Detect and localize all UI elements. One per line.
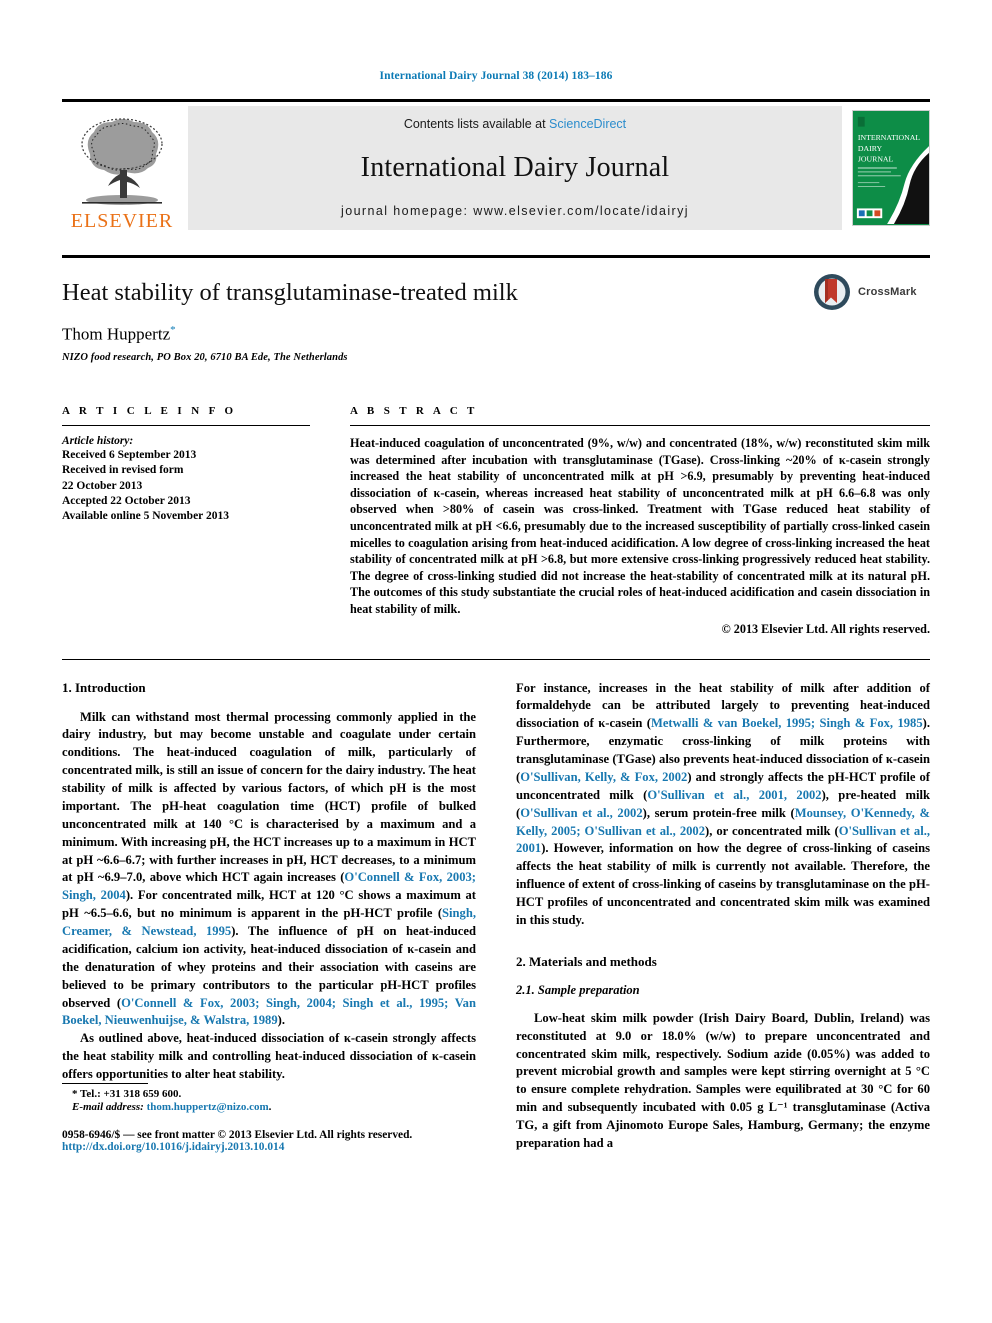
- abstract-rule: [350, 425, 930, 427]
- intro-paragraph-2: As outlined above, heat-induced dissocia…: [62, 1031, 476, 1082]
- history-item: Available online 5 November 2013: [62, 510, 229, 523]
- citation-link[interactable]: O'Sullivan et al., 2002: [520, 806, 642, 820]
- journal-homepage-link[interactable]: journal homepage: www.elsevier.com/locat…: [341, 204, 689, 218]
- corresponding-author-marker: *: [170, 324, 176, 337]
- article-info-heading: A R T I C L E I N F O: [62, 405, 237, 418]
- history-item: 22 October 2013: [62, 479, 143, 492]
- doi-link[interactable]: http://dx.doi.org/10.1016/j.idairyj.2013…: [62, 1141, 476, 1153]
- elsevier-wordmark: ELSEVIER: [70, 210, 174, 232]
- abstract-text: Heat-induced coagulation of unconcentrat…: [350, 436, 930, 616]
- article-info-column: A R T I C L E I N F O Article history: R…: [62, 405, 310, 637]
- paper-page: International Dairy Journal 38 (2014) 18…: [0, 0, 992, 1323]
- footnote-email: E-mail address: thom.huppertz@nizo.com.: [62, 1101, 476, 1113]
- svg-text:INTERNATIONAL: INTERNATIONAL: [858, 133, 920, 142]
- abstract-column: A B S T R A C T Heat-induced coagulation…: [350, 405, 930, 637]
- footnote-telephone: * Tel.: +31 318 659 600.: [72, 1087, 182, 1100]
- svg-text:JOURNAL: JOURNAL: [858, 154, 894, 163]
- citation-link[interactable]: O'Sullivan, Kelly, & Fox, 2002: [520, 770, 687, 784]
- abstract-heading: A B S T R A C T: [350, 405, 478, 418]
- intro-p3-text-f: ), or concentrated milk (: [705, 823, 839, 838]
- article-history-label: Article history:: [62, 435, 134, 448]
- body-columns: 1. Introduction Milk can withstand most …: [62, 658, 930, 1153]
- crossmark-icon: [814, 274, 850, 310]
- author-affiliation: NIZO food research, PO Box 20, 6710 BA E…: [62, 352, 348, 364]
- elsevier-logo: ELSEVIER: [62, 102, 182, 233]
- sample-preparation-paragraph: Low-heat skim milk powder (Irish Dairy B…: [516, 1010, 930, 1150]
- author-label: Thom Huppertz: [62, 325, 171, 345]
- contents-prefix: Contents lists available at: [403, 117, 550, 131]
- cover-artwork: INTERNATIONAL DAIRY JOURNAL: [853, 110, 929, 224]
- svg-text:DAIRY: DAIRY: [858, 143, 883, 152]
- citation-link[interactable]: Metwalli & van Boekel, 1995; Singh & Fox…: [651, 716, 923, 730]
- issn-front-matter: 0958-6946/$ — see front matter © 2013 El…: [62, 1128, 413, 1141]
- author-name: Thom Huppertz*: [62, 324, 930, 345]
- history-item: Received 6 September 2013: [62, 449, 197, 462]
- intro-p3-text-e: ), serum protein-free milk (: [642, 805, 795, 820]
- footnote-rule: [62, 1082, 148, 1084]
- subsection-heading-sample-preparation: 2.1. Sample preparation: [516, 982, 640, 997]
- citation-link[interactable]: O'Connell & Fox, 2003; Singh, 2004; Sing…: [62, 996, 476, 1028]
- footnote-email-label: E-mail address:: [72, 1100, 144, 1113]
- abstract-copyright: © 2013 Elsevier Ltd. All rights reserved…: [721, 621, 930, 636]
- journal-cover-thumbnail: INTERNATIONAL DAIRY JOURNAL: [852, 109, 930, 226]
- footnote-email-suffix: .: [268, 1100, 272, 1113]
- elsevier-tree-icon: [81, 118, 163, 205]
- crossmark-badge[interactable]: CrossMark: [812, 270, 930, 314]
- crossmark-label: CrossMark: [858, 286, 917, 298]
- running-head: International Dairy Journal 38 (2014) 18…: [379, 70, 613, 82]
- footnote-email-link[interactable]: thom.huppertz@nizo.com: [147, 1101, 269, 1113]
- intro-p1-text-d: ).: [277, 1013, 285, 1028]
- contents-available-line: Contents lists available at ScienceDirec…: [404, 117, 626, 131]
- history-item: Accepted 22 October 2013: [62, 494, 191, 507]
- journal-title: International Dairy Journal: [360, 151, 670, 183]
- journal-masthead: ELSEVIER Contents lists available at Sci…: [62, 99, 930, 233]
- issn-block: 0958-6946/$ — see front matter © 2013 El…: [62, 1129, 476, 1153]
- intro-paragraph-1: Milk can withstand most thermal processi…: [62, 709, 476, 1031]
- intro-p3-text-g: ). However, information on how the degre…: [516, 841, 930, 927]
- title-block: Heat stability of transglutaminase-treat…: [62, 255, 930, 363]
- section-heading-materials: 2. Materials and methods: [516, 953, 657, 969]
- body-column-right: For instance, increases in the heat stab…: [516, 680, 930, 1153]
- page-title: Heat stability of transglutaminase-treat…: [62, 279, 518, 306]
- sciencedirect-link[interactable]: ScienceDirect: [549, 117, 626, 131]
- article-info-rule: [62, 425, 310, 427]
- info-abstract-region: A R T I C L E I N F O Article history: R…: [62, 405, 930, 637]
- body-column-left: 1. Introduction Milk can withstand most …: [62, 680, 476, 1153]
- journal-band: Contents lists available at ScienceDirec…: [188, 106, 842, 230]
- intro-paragraph-3: For instance, increases in the heat stab…: [516, 680, 930, 930]
- intro-p1-text-a: Milk can withstand most thermal processi…: [62, 709, 476, 885]
- footnote-area: * Tel.: +31 318 659 600. E-mail address:…: [62, 1082, 476, 1153]
- citation-link[interactable]: O'Sullivan et al., 2001, 2002: [647, 788, 821, 802]
- history-item: Received in revised form: [62, 464, 184, 477]
- section-heading-introduction: 1. Introduction: [62, 679, 146, 695]
